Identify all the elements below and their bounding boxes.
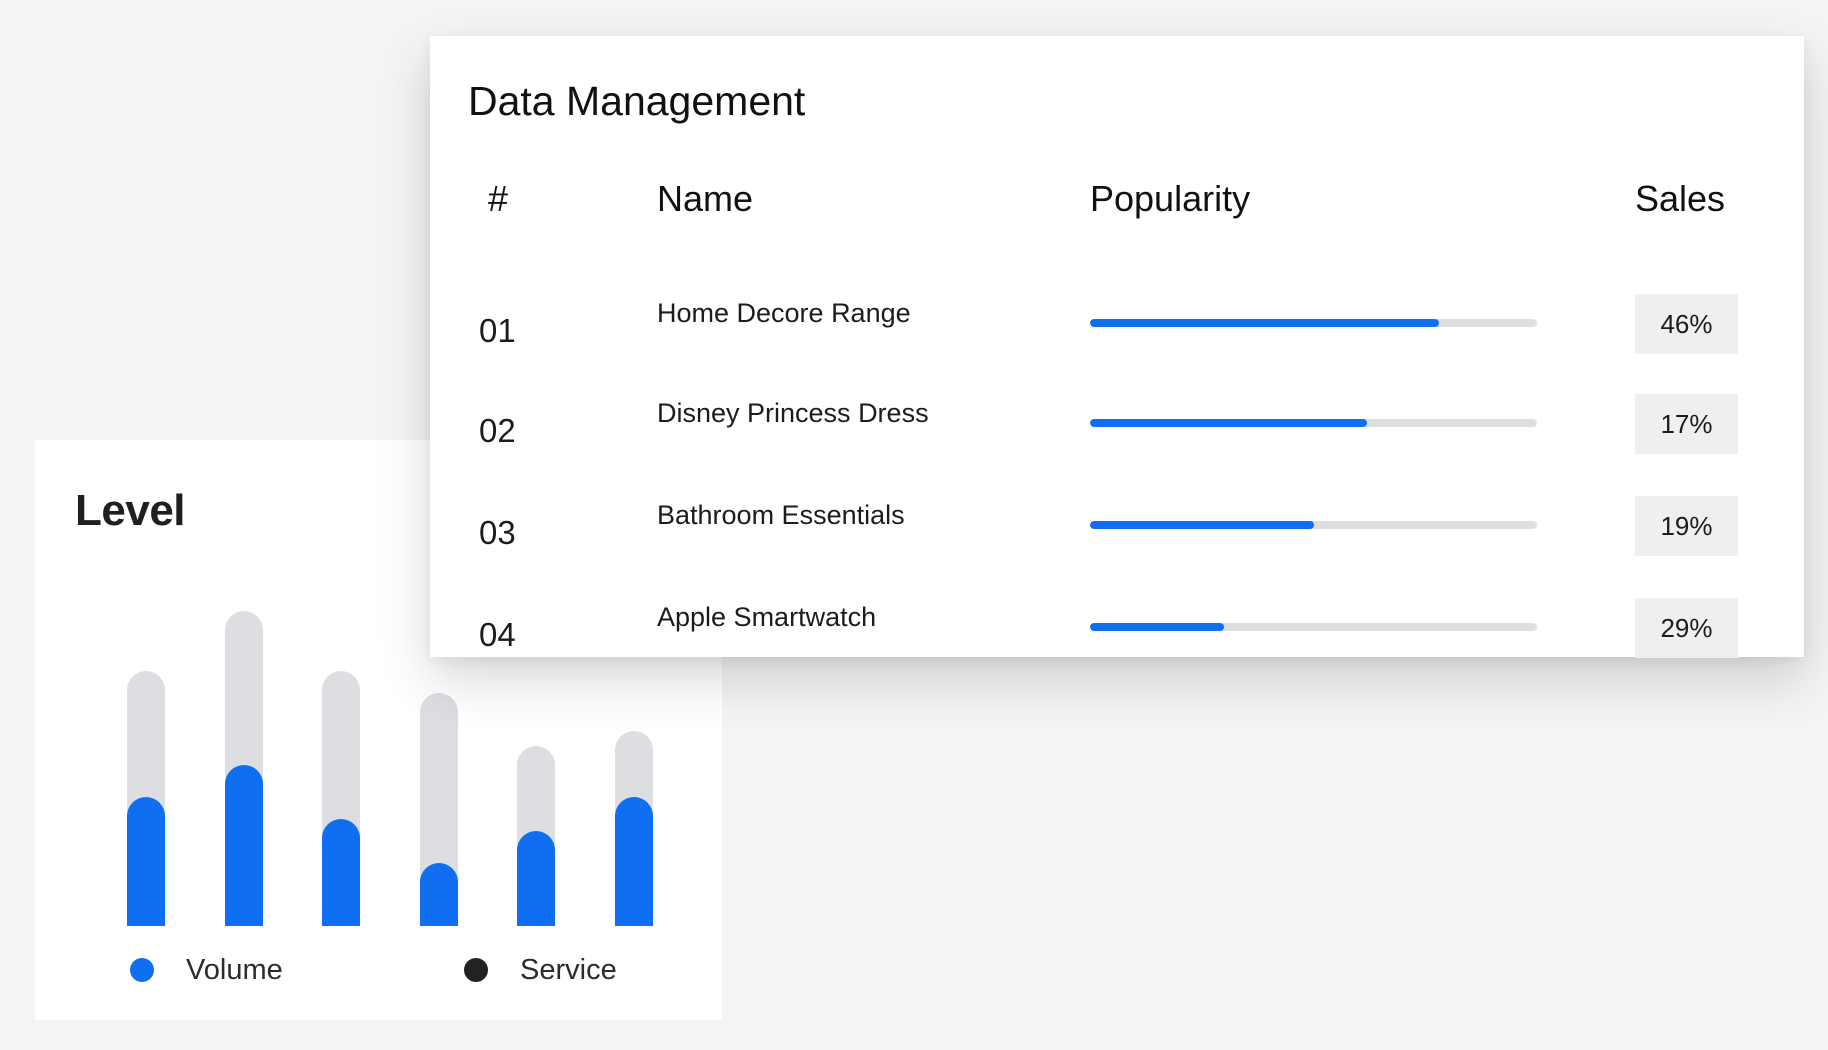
column-header-popularity: Popularity — [1090, 178, 1251, 219]
bar-track-6 — [614, 730, 653, 926]
popularity-bar — [1090, 319, 1537, 327]
bar-track-1 — [127, 670, 165, 926]
row-index: 04 — [479, 616, 516, 653]
chart-legend: Volume Service — [35, 948, 722, 992]
service-dot-icon — [464, 958, 488, 982]
table-row[interactable]: 03 Bathroom Essentials 19% — [430, 496, 1804, 566]
bar-fill-6 — [614, 796, 653, 926]
row-index: 01 — [479, 312, 516, 349]
data-management-title: Data Management — [468, 78, 806, 124]
popularity-bar — [1090, 521, 1537, 529]
bar-fill-2 — [224, 765, 263, 926]
sales-badge: 46% — [1635, 294, 1738, 354]
row-index: 03 — [479, 514, 516, 551]
bar-fill-5 — [517, 831, 555, 926]
column-header-index: # — [488, 178, 509, 219]
table-row[interactable]: 02 Disney Princess Dress 17% — [430, 394, 1804, 464]
table-row[interactable]: 04 Apple Smartwatch 29% — [430, 598, 1804, 668]
popularity-bar-fill — [1090, 319, 1439, 327]
data-management-card: Data Management # Name Popularity Sales … — [430, 36, 1804, 658]
sales-badge: 29% — [1635, 598, 1738, 658]
bar-fill-4 — [419, 862, 458, 926]
popularity-bar-fill — [1090, 623, 1225, 631]
bar-fill-3 — [322, 818, 360, 926]
bar-track-2 — [224, 611, 263, 926]
row-index: 02 — [479, 412, 516, 449]
row-name: Apple Smartwatch — [657, 602, 877, 632]
popularity-bar-fill — [1090, 521, 1314, 529]
popularity-bar-fill — [1090, 419, 1368, 427]
volume-dot-icon — [130, 958, 154, 982]
popularity-bar — [1090, 623, 1537, 631]
legend-label-volume: Volume — [186, 953, 283, 986]
row-name: Bathroom Essentials — [657, 500, 905, 530]
sales-badge: 19% — [1635, 496, 1738, 556]
legend-item-volume: Volume — [130, 948, 283, 992]
row-name: Disney Princess Dress — [657, 398, 929, 428]
column-header-name: Name — [657, 178, 754, 219]
row-name: Home Decore Range — [657, 298, 911, 328]
popularity-bar — [1090, 419, 1537, 427]
bar-track-3 — [322, 670, 360, 926]
bar-track-4 — [419, 692, 458, 926]
table-row[interactable]: 01 Home Decore Range 46% — [430, 294, 1804, 364]
legend-item-service: Service — [464, 948, 617, 992]
sales-badge: 17% — [1635, 394, 1738, 454]
legend-label-service: Service — [520, 953, 617, 986]
bar-track-5 — [517, 746, 555, 926]
dashboard-stage: Level Volume Service Data Management # N… — [0, 0, 1828, 1050]
column-header-sales: Sales — [1635, 178, 1726, 219]
bar-fill-1 — [127, 796, 165, 926]
